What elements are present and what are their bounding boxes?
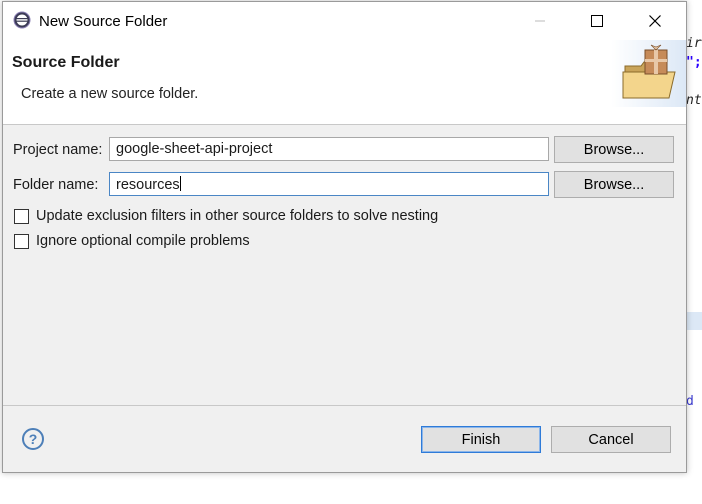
close-button[interactable] [632, 2, 678, 40]
project-name-field[interactable]: google-sheet-api-project [109, 137, 549, 161]
folder-package-icon [611, 40, 686, 107]
project-browse-button[interactable]: Browse... [554, 136, 674, 163]
folder-name-field[interactable]: resources [109, 172, 549, 196]
background-highlight [686, 312, 702, 330]
finish-button[interactable]: Finish [421, 426, 541, 453]
folder-name-value: resources [116, 177, 180, 193]
background-text: "; [686, 55, 702, 70]
cancel-button[interactable]: Cancel [551, 426, 671, 453]
maximize-icon [591, 15, 603, 27]
folder-browse-button[interactable]: Browse... [554, 171, 674, 198]
title-bar: New Source Folder [3, 2, 686, 40]
ignore-compile-problems-label: Ignore optional compile problems [36, 233, 250, 249]
ignore-compile-problems-option[interactable]: Ignore optional compile problems [14, 233, 250, 249]
background-text: ira [686, 36, 702, 51]
eclipse-app-icon [13, 11, 31, 29]
wizard-header: Source Folder Create a new source folder… [3, 40, 686, 125]
close-icon [649, 15, 661, 27]
minimize-icon [535, 20, 545, 22]
project-name-label: Project name: [13, 142, 103, 158]
background-text: nt [686, 93, 702, 108]
text-cursor [179, 176, 181, 191]
folder-name-label: Folder name: [13, 177, 99, 193]
update-exclusion-filters-option[interactable]: Update exclusion filters in other source… [14, 208, 438, 224]
background-text: d [686, 394, 694, 409]
window-title: New Source Folder [39, 13, 168, 30]
maximize-button[interactable] [574, 2, 620, 40]
ignore-compile-problems-checkbox[interactable] [14, 233, 29, 249]
help-icon[interactable]: ? [22, 428, 44, 450]
update-exclusion-filters-label: Update exclusion filters in other source… [36, 208, 439, 224]
background-editor [686, 0, 702, 504]
page-title: Source Folder [12, 54, 120, 71]
update-exclusion-filters-checkbox[interactable] [14, 208, 29, 224]
footer-divider [3, 405, 686, 406]
minimize-button[interactable] [517, 2, 563, 40]
page-description: Create a new source folder. [21, 86, 199, 102]
new-source-folder-dialog: New Source Folder Source Folder Create a… [2, 1, 687, 473]
